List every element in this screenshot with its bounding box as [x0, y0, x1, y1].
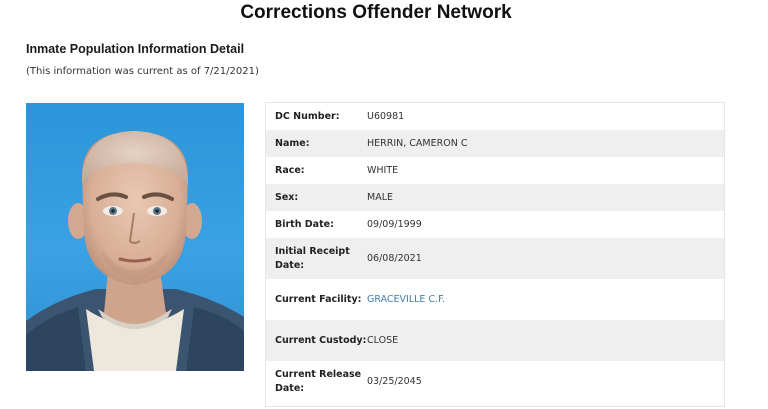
row-race: Race: WHITE — [266, 157, 724, 184]
birth-date-label: Birth Date: — [275, 218, 334, 230]
sex-value: MALE — [367, 192, 393, 203]
current-facility-value: GRACEVILLE C.F. — [367, 279, 724, 320]
current-custody-value: CLOSE — [367, 335, 399, 346]
name-value: HERRIN, CAMERON C — [367, 138, 468, 149]
current-facility-label: Current Facility: — [275, 293, 362, 305]
inmate-photo-illustration — [26, 131, 244, 371]
race-value: WHITE — [367, 165, 399, 176]
inmate-details-table: DC Number: U60981 Name: HERRIN, CAMERON … — [266, 103, 724, 402]
sex-label: Sex: — [275, 191, 299, 203]
current-as-of-note: (This information was current as of 7/21… — [26, 66, 259, 77]
row-birth-date: Birth Date: 09/09/1999 — [266, 211, 724, 238]
row-name: Name: HERRIN, CAMERON C — [266, 130, 724, 157]
row-dc-number: DC Number: U60981 — [266, 103, 724, 130]
row-current-facility: Current Facility: GRACEVILLE C.F. — [266, 279, 724, 320]
current-release-date-value: 03/25/2045 — [367, 376, 422, 387]
initial-receipt-date-label: Initial Receipt Date: — [275, 245, 350, 271]
initial-receipt-date-value: 06/08/2021 — [367, 253, 422, 264]
inmate-photo — [26, 103, 244, 371]
dc-number-value: U60981 — [367, 111, 405, 122]
section-title: Inmate Population Information Detail — [26, 42, 245, 56]
race-label: Race: — [275, 164, 305, 176]
name-label: Name: — [275, 137, 310, 149]
row-sex: Sex: MALE — [266, 184, 724, 211]
site-title: Corrections Offender Network — [240, 2, 512, 23]
dc-number-label: DC Number: — [275, 110, 340, 122]
current-custody-label: Current Custody: — [275, 334, 367, 346]
birth-date-value: 09/09/1999 — [367, 219, 422, 230]
facility-link[interactable]: GRACEVILLE C.F. — [367, 294, 445, 305]
row-current-custody: Current Custody: CLOSE — [266, 320, 724, 361]
row-initial-receipt-date: Initial Receipt Date: 06/08/2021 — [266, 238, 724, 279]
current-release-date-label: Current Release Date: — [275, 368, 362, 394]
row-current-release-date: Current Release Date: 03/25/2045 — [266, 361, 724, 402]
